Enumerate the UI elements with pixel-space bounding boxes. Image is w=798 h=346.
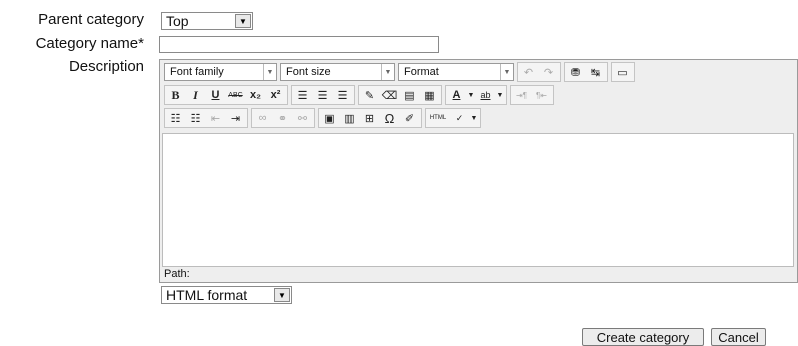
parent-category-label: Parent category [38, 11, 144, 28]
text-color-icon[interactable]: A [447, 86, 466, 104]
insert-group: ▣ ▥ ⊞ Ω ✐ [318, 108, 422, 128]
editor-path-bar: Path: [164, 268, 190, 280]
outdent-icon[interactable]: ⇤ [206, 109, 225, 127]
unlink-icon[interactable]: ⚭ [273, 109, 292, 127]
edit-icon[interactable]: ✐ [400, 109, 419, 127]
category-name-label: Category name* [35, 35, 144, 52]
font-family-select[interactable]: Font family ▼ [164, 63, 277, 81]
chevron-down-icon[interactable]: ▼ [496, 86, 504, 104]
color-group: A ▼ ab ▼ [445, 85, 507, 105]
text-style-group: B I U ABC x₂ x² [164, 85, 288, 105]
description-label: Description [68, 58, 144, 75]
format-select[interactable]: Format ▼ [398, 63, 514, 81]
paste-word-icon[interactable]: ▦ [420, 86, 439, 104]
bullet-list-icon[interactable]: ☷ [166, 109, 185, 127]
link-group: ∞ ⚭ ⚯ [251, 108, 315, 128]
chevron-down-icon[interactable]: ▼ [470, 109, 478, 127]
align-center-icon[interactable]: ☰ [313, 86, 332, 104]
fullscreen-group: ▭ [611, 62, 635, 82]
superscript-icon[interactable]: x² [266, 86, 285, 104]
redo-icon[interactable]: ↷ [539, 63, 558, 81]
auto-link-icon[interactable]: ⚯ [293, 109, 312, 127]
replace-icon[interactable]: ↹ [586, 63, 605, 81]
list-group: ☷ ☷ ⇤ ⇥ [164, 108, 248, 128]
format-label: Format [404, 66, 439, 78]
parent-category-value: Top [166, 13, 189, 29]
subscript-icon[interactable]: x₂ [246, 86, 265, 104]
text-format-select[interactable]: HTML format ▼ [161, 286, 292, 304]
align-left-icon[interactable]: ☰ [293, 86, 312, 104]
rtl-icon[interactable]: ¶⇤ [532, 86, 551, 104]
chevron-down-icon[interactable]: ▼ [235, 14, 251, 28]
media-icon[interactable]: ▥ [340, 109, 359, 127]
chevron-down-icon[interactable]: ▼ [467, 86, 475, 104]
chevron-down-icon: ▼ [381, 64, 394, 80]
bold-icon[interactable]: B [166, 86, 185, 104]
create-category-button[interactable]: Create category [582, 328, 704, 346]
chevron-down-icon[interactable]: ▼ [274, 288, 290, 302]
underline-icon[interactable]: U [206, 86, 225, 104]
spellcheck-icon[interactable]: ✓ [450, 109, 469, 127]
category-name-input[interactable] [159, 36, 439, 53]
rich-text-editor: Font family ▼ Font size ▼ Format ▼ ↶ ↷ ⛃… [159, 59, 798, 283]
eraser-icon[interactable]: ⌫ [380, 86, 399, 104]
chevron-down-icon: ▼ [500, 64, 513, 80]
special-char-icon[interactable]: Ω [380, 109, 399, 127]
binoculars-icon[interactable]: ⛃ [566, 63, 585, 81]
html-source-icon[interactable]: HTML [427, 109, 449, 127]
undo-icon[interactable]: ↶ [519, 63, 538, 81]
font-size-select[interactable]: Font size ▼ [280, 63, 395, 81]
direction-group: ⇥¶ ¶⇤ [510, 85, 554, 105]
font-size-label: Font size [286, 66, 331, 78]
toolbar-row-2: B I U ABC x₂ x² ☰ ☰ ☰ ✎ ⌫ ▤ ▦ A ▼ ab ▼ ⇥… [164, 84, 557, 106]
align-group: ☰ ☰ ☰ [291, 85, 355, 105]
link-icon[interactable]: ∞ [253, 109, 272, 127]
find-group: ⛃ ↹ [564, 62, 608, 82]
parent-category-select[interactable]: Top ▼ [161, 12, 253, 30]
undo-redo-group: ↶ ↷ [517, 62, 561, 82]
chevron-down-icon: ▼ [263, 64, 276, 80]
fullscreen-icon[interactable]: ▭ [613, 63, 632, 81]
indent-icon[interactable]: ⇥ [226, 109, 245, 127]
html-group: HTML ✓ ▼ [425, 108, 481, 128]
cleanup-icon[interactable]: ✎ [360, 86, 379, 104]
clean-group: ✎ ⌫ ▤ ▦ [358, 85, 442, 105]
numbered-list-icon[interactable]: ☷ [186, 109, 205, 127]
align-right-icon[interactable]: ☰ [333, 86, 352, 104]
cancel-button[interactable]: Cancel [711, 328, 766, 346]
strikethrough-icon[interactable]: ABC [226, 86, 245, 104]
text-format-value: HTML format [166, 287, 248, 303]
toolbar-row-3: ☷ ☷ ⇤ ⇥ ∞ ⚭ ⚯ ▣ ▥ ⊞ Ω ✐ HTML ✓ ▼ [164, 107, 484, 129]
table-icon[interactable]: ⊞ [360, 109, 379, 127]
italic-icon[interactable]: I [186, 86, 205, 104]
ltr-icon[interactable]: ⇥¶ [512, 86, 531, 104]
paste-text-icon[interactable]: ▤ [400, 86, 419, 104]
font-family-label: Font family [170, 66, 224, 78]
toolbar-row-1: Font family ▼ Font size ▼ Format ▼ ↶ ↷ ⛃… [164, 61, 638, 83]
image-icon[interactable]: ▣ [320, 109, 339, 127]
editor-text-area[interactable] [162, 133, 794, 267]
highlight-color-icon[interactable]: ab [476, 86, 495, 104]
